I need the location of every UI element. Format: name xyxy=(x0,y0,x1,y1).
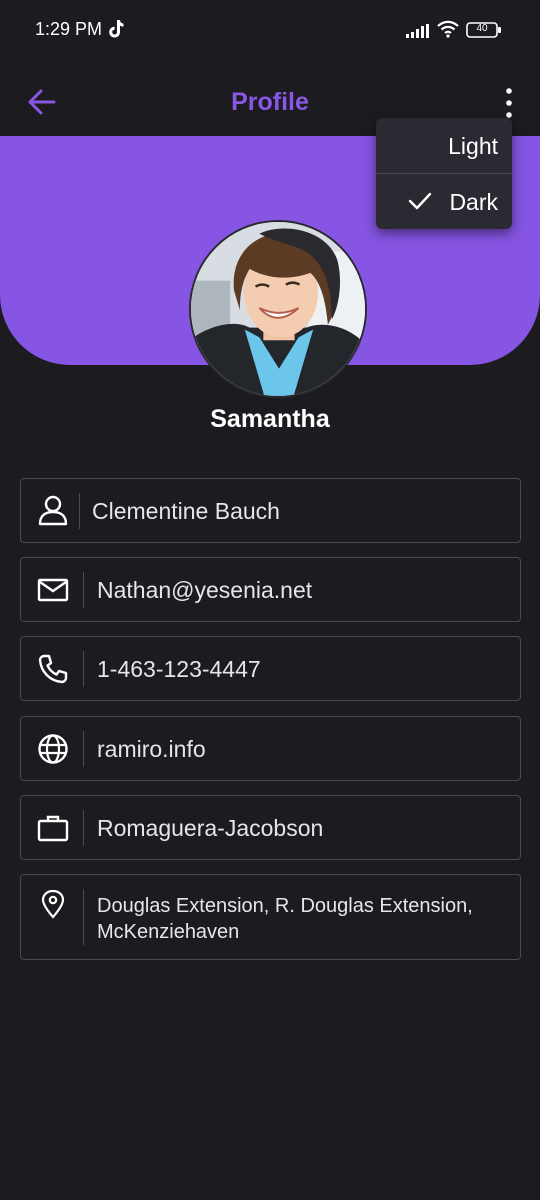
wifi-icon xyxy=(437,20,459,38)
menu-item-light[interactable]: Light xyxy=(376,118,512,173)
divider xyxy=(83,572,84,608)
globe-icon xyxy=(38,734,68,764)
location-pin-icon xyxy=(41,889,65,919)
email-field: Nathan@yesenia.net xyxy=(20,557,521,622)
phone-value: 1-463-123-4447 xyxy=(97,656,261,682)
profile-name: Samantha xyxy=(210,405,330,433)
divider xyxy=(83,810,84,846)
briefcase-icon xyxy=(37,815,69,842)
divider xyxy=(79,493,80,529)
divider xyxy=(83,889,84,945)
menu-item-dark[interactable]: Dark xyxy=(376,174,512,229)
more-vert-icon[interactable] xyxy=(496,86,522,120)
menu-item-label: Dark xyxy=(449,189,498,215)
website-value: ramiro.info xyxy=(97,736,206,762)
company-value: Romaguera-Jacobson xyxy=(97,815,324,841)
divider xyxy=(83,651,84,687)
full-name-value: Clementine Bauch xyxy=(92,498,280,524)
phone-icon xyxy=(38,654,68,684)
address-field: Douglas Extension, R. Douglas Extension,… xyxy=(20,874,521,960)
menu-item-label: Light xyxy=(448,133,498,159)
mail-icon xyxy=(37,578,69,602)
status-bar: 1:29 PM 40 xyxy=(0,0,540,60)
avatar xyxy=(189,220,367,398)
company-field: Romaguera-Jacobson xyxy=(20,795,521,860)
page-title: Profile xyxy=(231,88,309,116)
tiktok-icon xyxy=(109,20,124,38)
check-icon xyxy=(408,192,432,210)
website-field: ramiro.info xyxy=(20,716,521,781)
full-name-field: Clementine Bauch xyxy=(20,478,521,543)
phone-field: 1-463-123-4447 xyxy=(20,636,521,701)
person-icon xyxy=(38,495,68,526)
address-value: Douglas Extension, R. Douglas Extension,… xyxy=(97,895,473,943)
avatar-photo xyxy=(191,222,365,396)
battery-level: 40 xyxy=(476,23,488,34)
divider xyxy=(83,731,84,767)
status-time: 1:29 PM xyxy=(35,19,103,39)
signal-icon xyxy=(406,24,429,38)
theme-menu: Light Dark xyxy=(376,118,512,229)
email-value: Nathan@yesenia.net xyxy=(97,577,313,603)
